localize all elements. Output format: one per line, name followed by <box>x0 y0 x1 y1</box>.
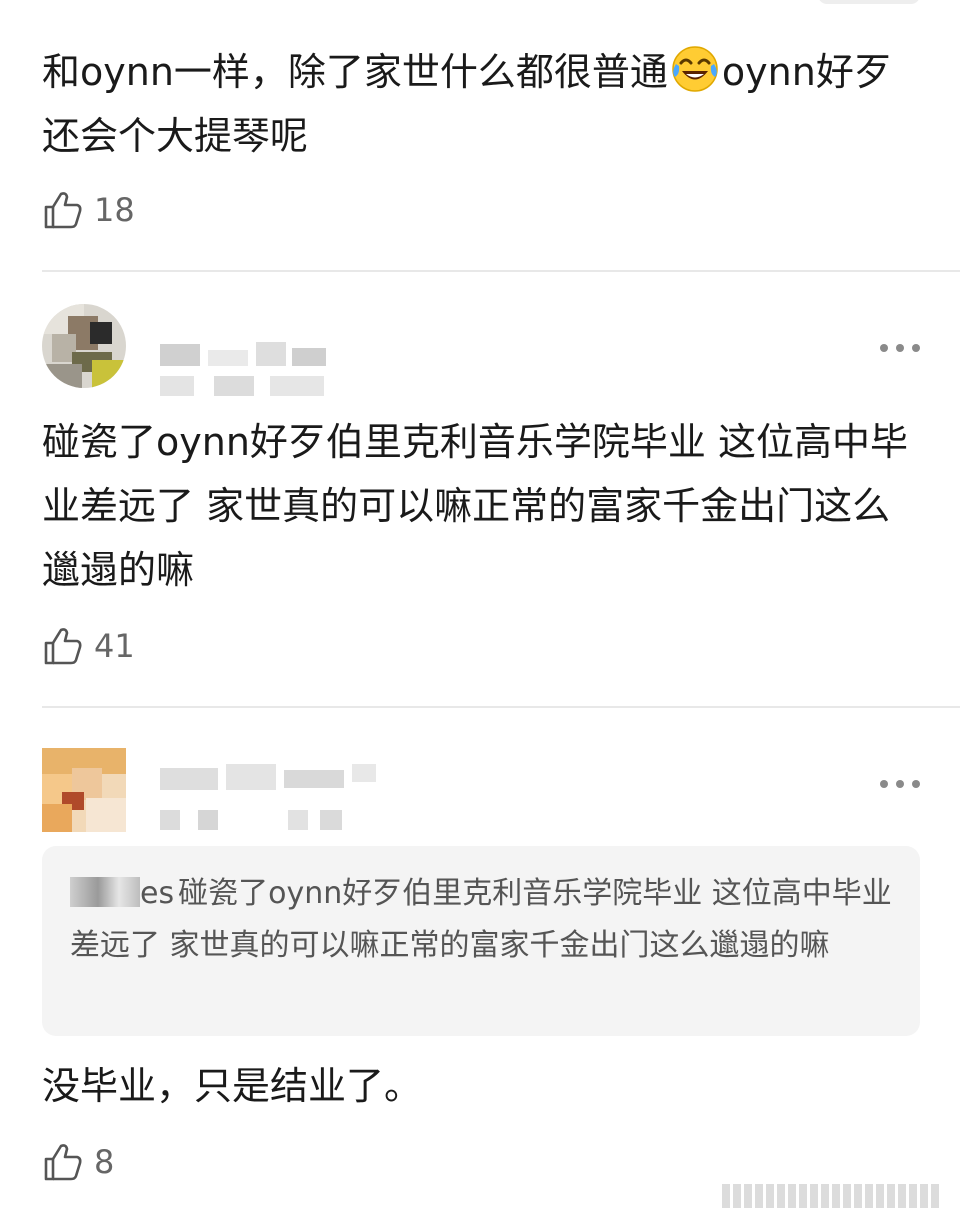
comment-meta-blurred <box>160 810 350 836</box>
like-count: 8 <box>94 1143 115 1181</box>
comment-text: 没毕业，只是结业了。 <box>42 1064 423 1108</box>
comment-text: 碰瓷了oynn好歹伯里克利音乐学院毕业 这位高中毕业差远了 家世真的可以嘛正常的… <box>42 420 908 592</box>
quoted-reply-text: es 碰瓷了oynn好歹伯里克利音乐学院毕业 这位高中毕业差远了 家世真的可以嘛正… <box>70 868 902 972</box>
like-count: 41 <box>94 627 135 665</box>
more-icon[interactable] <box>880 778 920 790</box>
quoted-username-blurred: es <box>70 868 174 920</box>
thumbs-up-outline-icon <box>44 1144 82 1181</box>
like-count: 18 <box>94 191 135 229</box>
comment-text: 和oynn一样，除了家世什么都很普通 oynn好歹还会个大提琴呢 <box>42 40 920 168</box>
username-blurred[interactable] <box>160 764 380 790</box>
like-button[interactable]: 41 <box>42 624 135 668</box>
thumbs-up-outline-icon <box>44 192 82 229</box>
like-button[interactable]: 8 <box>42 1140 114 1184</box>
comment-2: 碰瓷了oynn好歹伯里克利音乐学院毕业 这位高中毕业差远了 家世真的可以嘛正常的… <box>0 272 960 706</box>
username-blurred[interactable] <box>160 342 330 368</box>
thumbs-up-outline-icon <box>44 628 82 665</box>
more-icon[interactable] <box>880 342 920 354</box>
avatar[interactable] <box>42 304 126 388</box>
avatar[interactable] <box>42 748 126 832</box>
comment-meta-blurred <box>160 376 330 402</box>
watermark <box>722 1182 950 1210</box>
quoted-reply[interactable]: es 碰瓷了oynn好歹伯里克利音乐学院毕业 这位高中毕业差远了 家世真的可以嘛正… <box>42 846 920 1036</box>
tears-of-joy-emoji-icon <box>670 44 720 94</box>
comment-1: 和oynn一样，除了家世什么都很普通 oynn好歹还会个大提琴呢 18 <box>0 0 960 270</box>
like-button[interactable]: 18 <box>42 188 135 232</box>
